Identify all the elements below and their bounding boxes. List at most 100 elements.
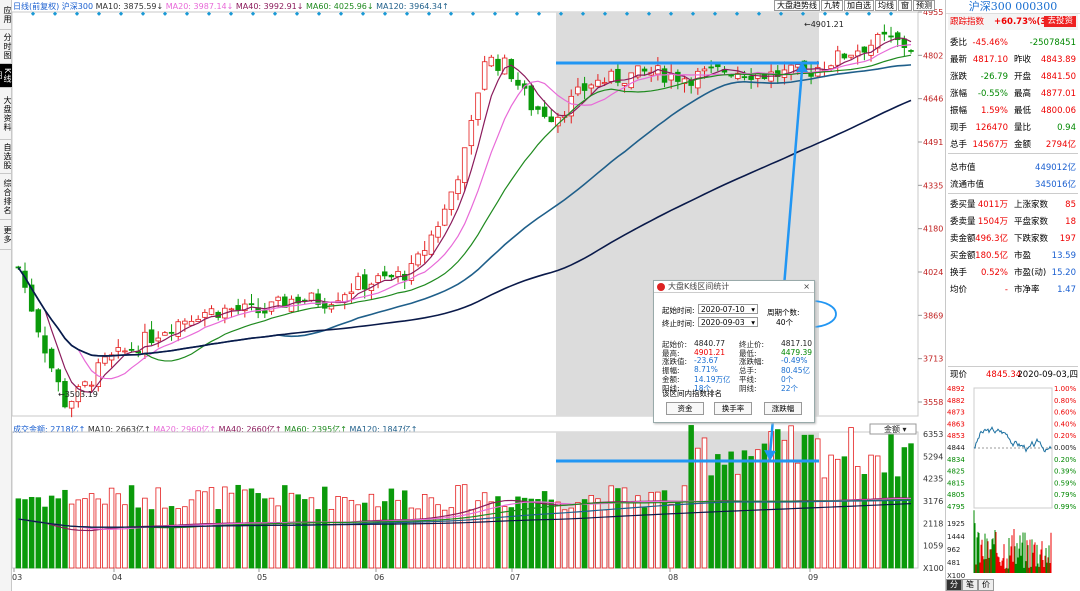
period-count-value: 40个 [776, 318, 794, 327]
left-tab-0[interactable]: 应用 [0, 0, 12, 30]
candle-body [42, 335, 48, 354]
quote-row: 涨跌 -26.79 开盘 4841.50 [948, 69, 1078, 86]
track-index-label: 跟踪指数 [950, 17, 985, 27]
candle-body [741, 76, 748, 79]
volume-bar [122, 504, 128, 569]
candle-body [48, 348, 55, 369]
change-pct-button[interactable]: 涨跌幅 [764, 402, 802, 415]
quote-d: 13.59 [1051, 251, 1076, 261]
quote-row: 委卖量 1504万 平盘家数 18 [948, 214, 1078, 231]
candle-body [675, 71, 681, 82]
mini-tab-1[interactable]: 笔 [962, 579, 978, 591]
candle-body [588, 84, 594, 89]
mini-vol-label: 1444 [947, 533, 965, 541]
volume-bar [501, 506, 508, 569]
candle-body [148, 329, 155, 344]
end-date-picker[interactable]: 2020-09-03 ▾ [698, 317, 758, 327]
candle-body [435, 226, 441, 238]
quote-d: 85 [1065, 200, 1076, 210]
volume-bar [834, 458, 841, 569]
volume-bar [228, 492, 235, 569]
quote-d: 15.20 [1051, 268, 1076, 278]
left-tab-2[interactable]: K线图 [0, 64, 12, 88]
quote-c: 量比 [1014, 123, 1032, 133]
volume-bar [481, 492, 488, 569]
candle-body [888, 35, 894, 38]
mini-price-label: 4844 [947, 444, 965, 452]
toolbar-button-0[interactable]: 大盘趋势线 [774, 0, 820, 11]
candle-body [495, 58, 501, 71]
candle-body [381, 271, 388, 277]
volume-bar [415, 508, 421, 569]
volume-bar [48, 495, 55, 569]
mini-pct-label: 0.20% [1054, 456, 1077, 464]
volume-bar [788, 425, 794, 569]
mini-tab-0[interactable]: 分 [946, 579, 962, 591]
price-tick-label: 4024 [923, 268, 943, 277]
candle-body [608, 70, 614, 82]
volume-bar [208, 487, 215, 569]
mini-pct-label: 1.00% [1054, 385, 1077, 393]
left-tab-3[interactable]: 大盘资料 [0, 88, 12, 140]
candle-body [235, 305, 241, 311]
volume-bar [95, 498, 102, 569]
invest-button[interactable]: 去投资 [1044, 16, 1076, 27]
candle-body [115, 347, 121, 352]
volume-bar [222, 486, 228, 569]
candle-body [488, 56, 495, 67]
toolbar-button-5[interactable]: 预测 [913, 0, 935, 11]
capital-button[interactable]: 资金 [666, 402, 704, 415]
volume-bar [375, 506, 381, 569]
volume-bar [428, 497, 435, 569]
volume-bar [42, 506, 48, 569]
stat-v2-5: 22个 [781, 383, 799, 393]
candle-body [581, 83, 588, 91]
close-icon[interactable]: × [803, 281, 810, 293]
start-date-picker[interactable]: 2020-07-10 ▾ [698, 304, 758, 314]
toolbar-button-4[interactable]: 窗 [898, 0, 912, 11]
quote-c: 开盘 [1014, 72, 1032, 82]
volume-bar [22, 499, 28, 569]
month-label: 03 [12, 573, 22, 582]
intraday-mini-chart[interactable]: 4892 1.00% 4882 0.80% 4873 0.60% 4863 0.40% 4853… [946, 378, 1080, 580]
left-tab-1[interactable]: 分时图 [0, 30, 12, 64]
quote-row: 买金额 180.5亿 市盈 13.59 [948, 248, 1078, 265]
left-tab-5[interactable]: 综合排名 [0, 174, 12, 220]
candle-body [168, 331, 175, 334]
toolbar-button-1[interactable]: 九转 [821, 0, 843, 11]
quote-d: -25078451 [1029, 38, 1076, 48]
candle-body [35, 309, 42, 333]
mini-price-label: 4882 [947, 397, 965, 405]
mini-price-label: 4815 [947, 479, 965, 487]
range-stats-dialog: 大盘K线区间统计 × 起始时间: 2020-07-10 ▾ 终止时间: 2020-… [653, 280, 815, 423]
stat-v2-2: -0.49% [781, 356, 808, 366]
volume-bar [595, 498, 601, 569]
left-tab-6[interactable]: 更多 [0, 220, 12, 250]
volume-tick-label: 4235 [923, 475, 943, 484]
candle-body [475, 92, 481, 120]
volume-bar [102, 503, 108, 569]
chart-toolbar: 大盘趋势线 九转 加自选 均线窗预测 [774, 0, 936, 11]
left-tab-4[interactable]: 自选股 [0, 140, 12, 174]
quote-a: 流通市值 [950, 180, 985, 190]
volume-bar [195, 490, 201, 569]
candle-body [415, 253, 421, 266]
quote-a: 最新 [950, 55, 968, 65]
quote-d: 197 [1059, 234, 1076, 244]
toolbar-button-2[interactable]: 加自选 [844, 0, 874, 11]
quote-b: 0.52% [980, 268, 1008, 278]
quote-a: 总手 [950, 140, 968, 150]
volume-bar [322, 486, 328, 569]
month-label: 04 [112, 573, 122, 582]
volume-bar [182, 506, 188, 569]
candle-body [155, 337, 161, 342]
mini-tab-2[interactable]: 价 [978, 579, 994, 591]
toolbar-button-3[interactable]: 均线 [875, 0, 897, 11]
candle-body [548, 116, 555, 123]
volume-bar [735, 473, 741, 569]
quote-a: 涨幅 [950, 89, 968, 99]
volume-bar [435, 504, 441, 569]
mini-pct-label: 0.80% [1054, 397, 1077, 405]
turnover-button[interactable]: 换手率 [714, 402, 752, 415]
high-price-label: ←4901.21 [804, 20, 844, 29]
